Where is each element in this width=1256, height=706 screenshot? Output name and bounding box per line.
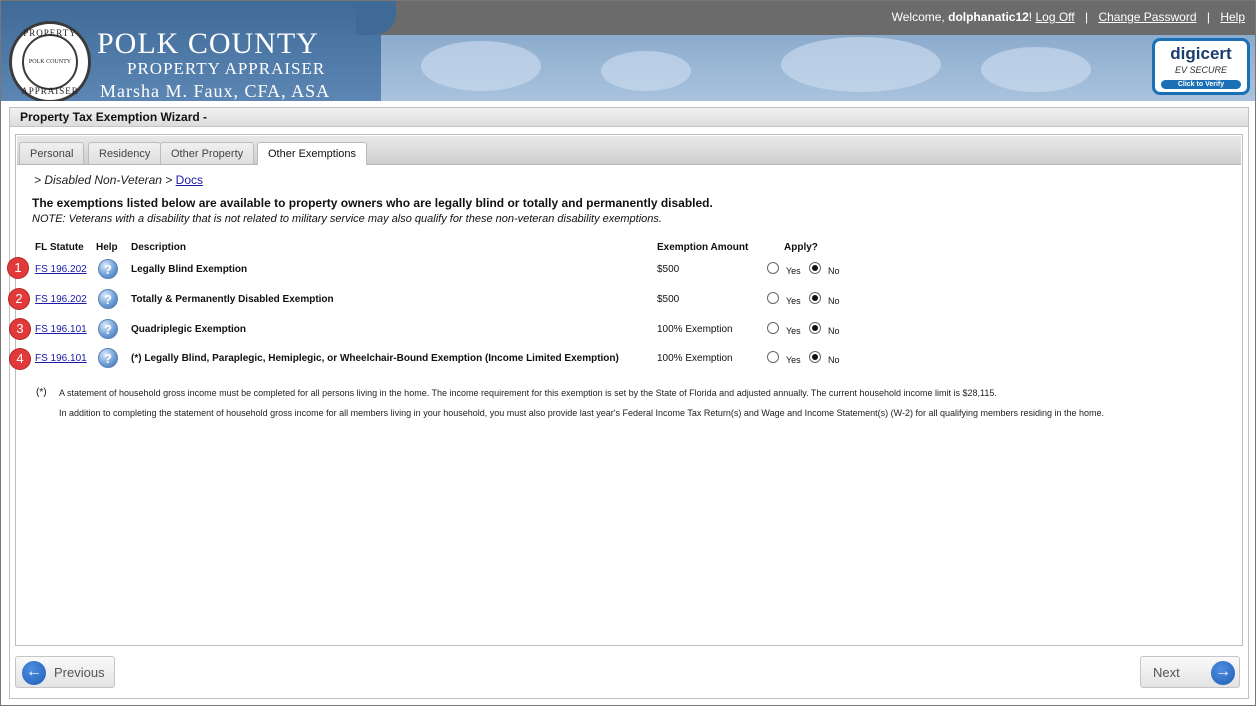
map-decoration (781, 37, 941, 92)
brand-subtitle: PROPERTY APPRAISER (127, 59, 326, 78)
digicert-badge[interactable]: digicert EV SECURE Click to Verify (1152, 38, 1250, 95)
breadcrumb-docs-link[interactable]: Docs (176, 173, 203, 187)
apply-yes-label: Yes (786, 266, 801, 276)
tab-other-exemptions[interactable]: Other Exemptions (257, 142, 368, 165)
column-header-amount: Exemption Amount (657, 242, 749, 253)
next-button[interactable]: Next → (1140, 656, 1240, 688)
column-header-apply: Apply? (784, 242, 818, 253)
welcome-suffix: ! (1028, 10, 1033, 24)
next-label: Next (1153, 665, 1180, 680)
exemption-description: Quadriplegic Exemption (131, 324, 247, 335)
arrow-right-icon: → (1211, 661, 1235, 685)
apply-yes-label: Yes (786, 355, 801, 365)
column-header-help: Help (96, 242, 118, 253)
exemption-description: Totally & Permanently Disabled Exemption (131, 294, 334, 305)
apply-no-label: No (828, 326, 840, 336)
exemption-description: Legally Blind Exemption (131, 264, 248, 275)
help-link[interactable]: Help (1220, 10, 1245, 24)
nav-separator: | (1084, 10, 1089, 24)
apply-no-label: No (828, 266, 840, 276)
seal-center: POLK COUNTY (22, 34, 78, 90)
map-decoration (421, 41, 541, 91)
row-marker: 2 (9, 289, 29, 309)
change-password-link[interactable]: Change Password (1098, 10, 1196, 24)
tab-personal[interactable]: Personal (19, 142, 85, 164)
row-marker: 3 (10, 319, 30, 339)
county-seal-logo: PROPERTY POLK COUNTY APPRAISER (9, 21, 91, 101)
footnote-mark: (*) (36, 387, 47, 398)
username: dolphanatic12 (948, 10, 1029, 24)
brand-name: Marsha M. Faux, CFA, ASA (100, 81, 331, 101)
user-nav: Welcome, dolphanatic12! Log Off | Change… (892, 10, 1245, 24)
wizard-content: Personal Residency Other Property Other … (8, 134, 1243, 646)
wizard-panel: Property Tax Exemption Wizard - Personal… (8, 107, 1249, 699)
previous-label: Previous (54, 665, 105, 680)
brand-title: POLK COUNTY (97, 27, 319, 60)
nav-separator: | (1206, 10, 1210, 24)
tab-bar: Personal Residency Other Property Other … (17, 136, 1241, 165)
exemption-amount: $500 (657, 294, 680, 305)
tab-residency[interactable]: Residency (88, 142, 162, 164)
apply-yes-radio[interactable] (767, 322, 779, 334)
exemption-row: 3 FS 196.101 ? Quadriplegic Exemption 10… (10, 318, 1216, 342)
question-mark-icon[interactable]: ? (98, 348, 118, 368)
exemption-amount: $500 (657, 264, 680, 275)
note-text: NOTE: Veterans with a disability that is… (32, 213, 662, 225)
statute-link[interactable]: FS 196.101 (35, 324, 87, 335)
question-mark-icon[interactable]: ? (98, 259, 118, 279)
apply-no-label: No (828, 355, 840, 365)
apply-no-radio[interactable] (809, 351, 821, 363)
breadcrumb-path: > Disabled Non-Veteran > (34, 173, 173, 187)
row-marker: 4 (10, 349, 30, 369)
question-mark-icon[interactable]: ? (98, 319, 118, 339)
statute-link[interactable]: FS 196.101 (35, 353, 87, 364)
apply-yes-radio[interactable] (767, 292, 779, 304)
footnote-documents-text: In addition to completing the statement … (59, 408, 1105, 418)
apply-yes-label: Yes (786, 326, 801, 336)
apply-no-radio[interactable] (809, 292, 821, 304)
tab-other-property[interactable]: Other Property (160, 142, 255, 164)
intro-text: The exemptions listed below are availabl… (32, 196, 713, 210)
digicert-ev-label: EV SECURE (1174, 65, 1227, 75)
apply-yes-radio[interactable] (767, 351, 779, 363)
previous-button[interactable]: ← Previous (15, 656, 115, 688)
row-marker: 1 (8, 258, 28, 278)
breadcrumb: > Disabled Non-Veteran > Docs (34, 173, 203, 187)
arrow-left-icon: ← (22, 661, 46, 685)
exemption-row: 2 FS 196.202 ? Totally & Permanently Dis… (9, 288, 1216, 312)
exemption-amount: 100% Exemption (657, 353, 733, 364)
exemption-amount: 100% Exemption (657, 324, 733, 335)
app-window: PROPERTY POLK COUNTY APPRAISER POLK COUN… (0, 0, 1256, 706)
logoff-link[interactable]: Log Off (1035, 10, 1074, 24)
apply-yes-radio[interactable] (767, 262, 779, 274)
digicert-verify: Click to Verify (1161, 80, 1241, 89)
map-decoration (981, 47, 1091, 92)
exemption-row: 1 FS 196.202 ? Legally Blind Exemption $… (8, 258, 1216, 282)
statute-link[interactable]: FS 196.202 (35, 264, 87, 275)
welcome-prefix: Welcome, (891, 10, 949, 24)
apply-no-radio[interactable] (809, 322, 821, 334)
column-header-statute: FL Statute (35, 242, 84, 253)
seal-top-text: PROPERTY (23, 28, 77, 38)
apply-no-label: No (828, 296, 840, 306)
site-header: PROPERTY POLK COUNTY APPRAISER POLK COUN… (1, 1, 1255, 101)
question-mark-icon[interactable]: ? (98, 289, 118, 309)
map-decoration (601, 51, 691, 91)
exemption-row: 4 FS 196.101 ? (*) Legally Blind, Parapl… (10, 347, 1216, 371)
apply-no-radio[interactable] (809, 262, 821, 274)
digicert-name: digicert (1170, 44, 1232, 63)
seal-bottom-text: APPRAISER (21, 86, 79, 96)
column-header-description: Description (131, 242, 187, 253)
wizard-title: Property Tax Exemption Wizard - (10, 108, 1248, 127)
footnote-income-text: A statement of household gross income mu… (59, 388, 997, 398)
exemption-description: (*) Legally Blind, Paraplegic, Hemiplegi… (131, 353, 619, 364)
apply-yes-label: Yes (786, 296, 801, 306)
seal-center-text: POLK COUNTY (28, 59, 72, 65)
statute-link[interactable]: FS 196.202 (35, 294, 87, 305)
